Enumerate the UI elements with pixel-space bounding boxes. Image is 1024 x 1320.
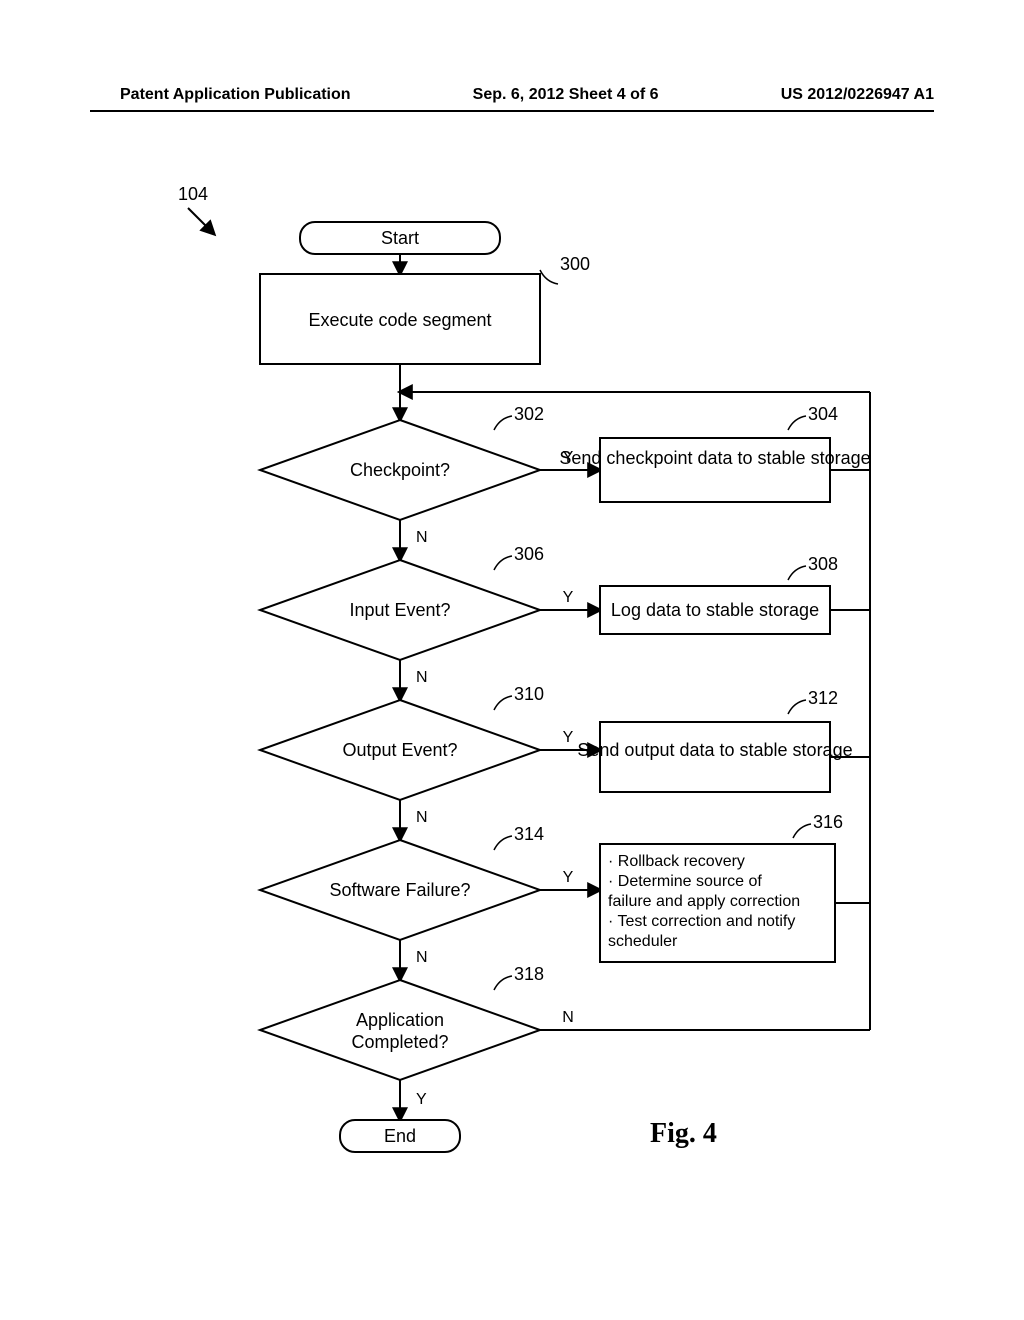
edge-314-yes-label: Y: [563, 869, 574, 886]
decision-310-label: Output Event?: [342, 740, 457, 760]
edge-318-yes-label: Y: [416, 1091, 427, 1108]
ref-hook-306: [494, 556, 512, 570]
page-header: Patent Application Publication Sep. 6, 2…: [120, 86, 934, 104]
edge-306-yes-label: Y: [563, 589, 574, 606]
process-300-label: Execute code segment: [308, 310, 491, 330]
header-right: US 2012/0226947 A1: [781, 86, 934, 104]
ref-310: 310: [514, 684, 544, 704]
process-316-line5: scheduler: [608, 933, 678, 950]
ref-300: 300: [560, 254, 590, 274]
process-312-label: Send output data to stable storage: [577, 740, 852, 760]
decision-306-label: Input Event?: [349, 600, 450, 620]
ref-306: 306: [514, 544, 544, 564]
figure-caption: Fig. 4: [650, 1118, 717, 1149]
ref-314: 314: [514, 824, 544, 844]
ref-hook-314: [494, 836, 512, 850]
ref-hook-304: [788, 416, 806, 430]
ref-hook-308: [788, 566, 806, 580]
ref-hook-318: [494, 976, 512, 990]
process-316-line2: · Determine source of: [608, 873, 762, 890]
process-316-line3: failure and apply correction: [608, 893, 800, 910]
edge-306-no-label: N: [416, 669, 428, 686]
header-rule: [90, 110, 934, 112]
flowchart-svg: 104 Start Execute code segment 300 Check…: [90, 130, 930, 1230]
process-308-label: Log data to stable storage: [611, 600, 819, 620]
edge-318-no-label: N: [562, 1009, 574, 1026]
decision-318: [260, 980, 540, 1080]
figure-ref-arrow: [188, 208, 214, 234]
ref-316: 316: [813, 812, 843, 832]
flowchart-canvas: 104 Start Execute code segment 300 Check…: [90, 130, 930, 1230]
ref-hook-302: [494, 416, 512, 430]
ref-hook-316: [793, 824, 811, 838]
header-center: Sep. 6, 2012 Sheet 4 of 6: [473, 86, 659, 104]
process-304-label: Send checkpoint data to stable storage: [559, 448, 870, 468]
decision-314-label: Software Failure?: [329, 880, 470, 900]
ref-302: 302: [514, 404, 544, 424]
ref-hook-310: [494, 696, 512, 710]
terminator-start-label: Start: [381, 228, 419, 248]
decision-318-label-l1: Application: [356, 1010, 444, 1030]
edge-302-no-label: N: [416, 529, 428, 546]
terminator-end-label: End: [384, 1126, 416, 1146]
edge-310-yes-label: Y: [563, 729, 574, 746]
ref-304: 304: [808, 404, 838, 424]
decision-302-label: Checkpoint?: [350, 460, 450, 480]
process-316-line4: · Test correction and notify: [608, 913, 795, 930]
process-316-line1: · Rollback recovery: [608, 853, 745, 870]
ref-318: 318: [514, 964, 544, 984]
ref-312: 312: [808, 688, 838, 708]
figure-ref-number: 104: [178, 184, 208, 204]
ref-hook-300: [540, 270, 558, 284]
decision-318-label-l2: Completed?: [351, 1032, 448, 1052]
edge-310-no-label: N: [416, 809, 428, 826]
ref-hook-312: [788, 700, 806, 714]
edge-314-no-label: N: [416, 949, 428, 966]
ref-308: 308: [808, 554, 838, 574]
header-left: Patent Application Publication: [120, 86, 351, 104]
